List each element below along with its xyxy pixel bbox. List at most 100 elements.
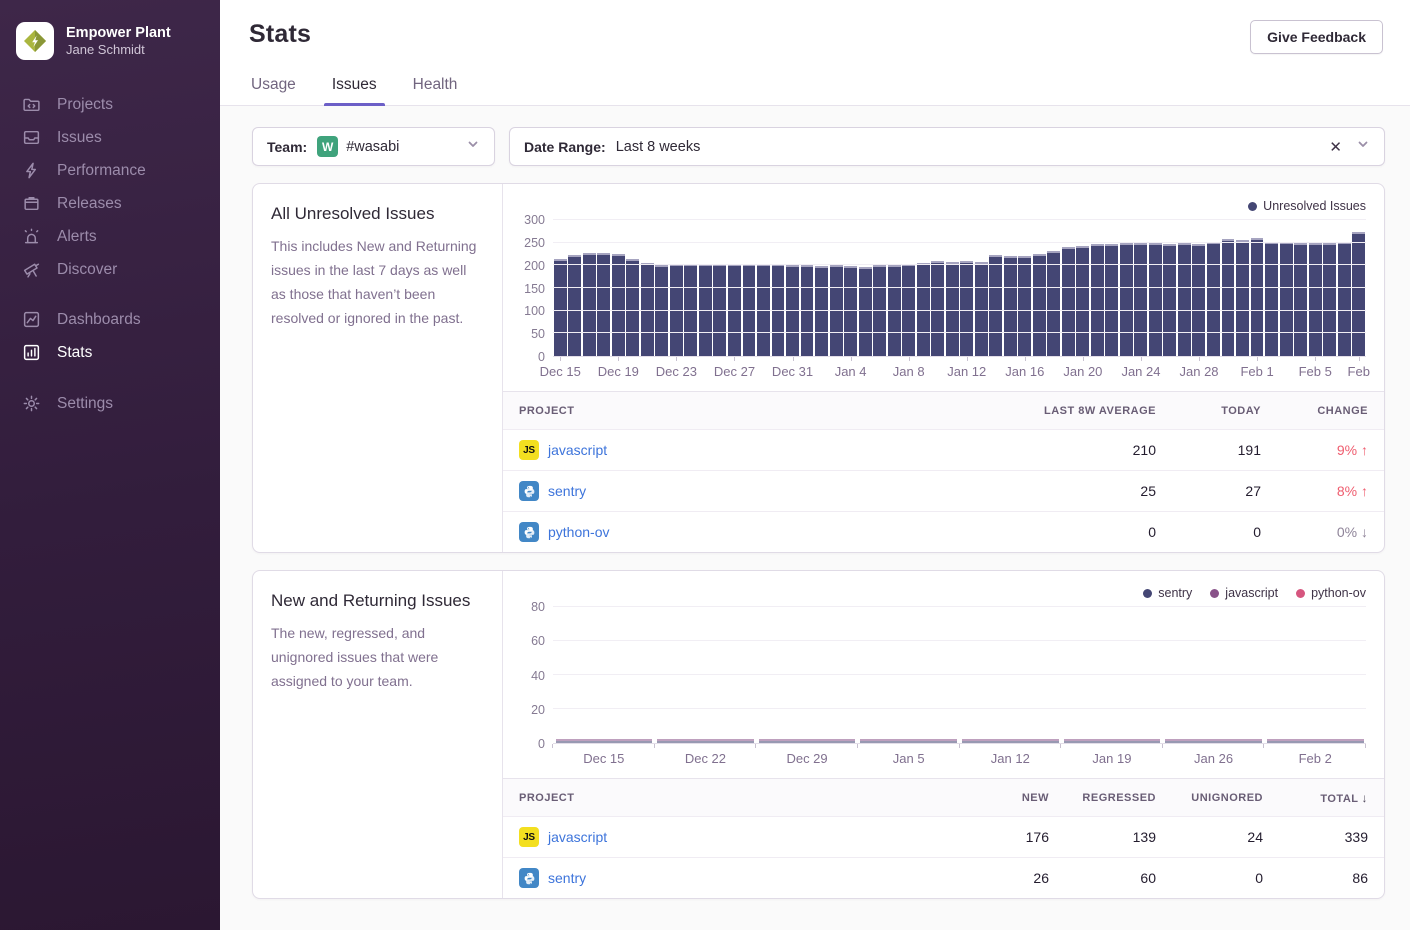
sidebar-item-stats[interactable]: Stats	[0, 336, 220, 369]
average-cell: 210	[996, 442, 1156, 458]
clear-icon[interactable]: ✕	[1329, 138, 1342, 156]
column-header[interactable]: PROJECT	[519, 792, 944, 804]
org-name: Empower Plant	[66, 24, 171, 42]
bar[interactable]	[568, 255, 581, 356]
tab-usage[interactable]: Usage	[249, 76, 298, 105]
project-link[interactable]: python-ov	[548, 524, 609, 540]
chevron-down-icon	[466, 137, 480, 156]
bar[interactable]	[597, 253, 610, 356]
stacked-bar[interactable]	[759, 739, 856, 743]
bar[interactable]	[1091, 244, 1104, 356]
panel-title: All Unresolved Issues	[271, 204, 484, 224]
project-link[interactable]: javascript	[548, 442, 607, 458]
team-select[interactable]: Team: W #wasabi	[252, 127, 495, 166]
bar[interactable]	[1163, 244, 1176, 356]
bar[interactable]	[931, 261, 944, 356]
stacked-bar[interactable]	[1064, 739, 1161, 743]
alerts-icon	[21, 227, 41, 247]
bar[interactable]	[1280, 242, 1293, 356]
date-range-select[interactable]: Date Range: Last 8 weeks ✕	[509, 127, 1385, 166]
sidebar-item-projects[interactable]: Projects	[0, 88, 220, 121]
project-link[interactable]: sentry	[548, 483, 586, 499]
column-header[interactable]: LAST 8W AVERAGE	[996, 405, 1156, 417]
bar-segment-sentry	[1267, 741, 1364, 743]
sidebar-item-settings[interactable]: Settings	[0, 387, 220, 420]
bar[interactable]	[1047, 251, 1060, 356]
stacked-bar[interactable]	[657, 739, 754, 743]
bar[interactable]	[1192, 244, 1205, 356]
bar[interactable]	[1323, 243, 1336, 356]
org-switcher[interactable]: Empower Plant Jane Schmidt	[0, 16, 220, 78]
stacked-bar[interactable]	[962, 739, 1059, 743]
bar[interactable]	[1018, 256, 1031, 356]
unresolved-issues-table: PROJECTLAST 8W AVERAGETODAYCHANGEJSjavas…	[503, 391, 1384, 552]
bar[interactable]	[1004, 256, 1017, 356]
bar[interactable]	[1134, 243, 1147, 356]
bar[interactable]	[1251, 238, 1264, 356]
bar[interactable]	[612, 254, 625, 356]
bar-segment-sentry	[860, 741, 957, 743]
bar[interactable]	[989, 255, 1002, 356]
bar[interactable]	[1207, 242, 1220, 356]
legend-dot-icon	[1143, 589, 1152, 598]
column-header[interactable]: TOTAL↓	[1263, 791, 1368, 805]
sidebar-item-releases[interactable]: Releases	[0, 187, 220, 220]
sidebar-item-alerts[interactable]: Alerts	[0, 220, 220, 253]
tab-issues[interactable]: Issues	[330, 76, 379, 105]
bar[interactable]	[554, 259, 567, 356]
new-returning-panel-side: New and Returning Issues The new, regres…	[253, 571, 503, 898]
bar[interactable]	[1309, 243, 1322, 356]
bar[interactable]	[859, 267, 872, 356]
column-header[interactable]: PROJECT	[519, 405, 996, 417]
bar[interactable]	[1178, 243, 1191, 356]
column-header[interactable]: TODAY	[1156, 405, 1261, 417]
bar[interactable]	[1076, 246, 1089, 356]
bar[interactable]	[1105, 244, 1118, 356]
tab-health[interactable]: Health	[411, 76, 460, 105]
today-cell: 0	[1156, 524, 1261, 540]
bar[interactable]	[830, 265, 843, 356]
bar[interactable]	[815, 266, 828, 356]
chevron-down-icon	[1356, 137, 1370, 156]
bar[interactable]	[1236, 240, 1249, 356]
bar[interactable]	[1294, 243, 1307, 356]
sidebar-item-discover[interactable]: Discover	[0, 253, 220, 286]
bar[interactable]	[1033, 254, 1046, 356]
column-header[interactable]: NEW	[944, 792, 1049, 804]
stacked-bar[interactable]	[1165, 739, 1262, 743]
stacked-bar[interactable]	[860, 739, 957, 743]
column-header[interactable]: CHANGE	[1261, 405, 1368, 417]
column-header[interactable]: UNIGNORED	[1156, 792, 1263, 804]
stacked-bar[interactable]	[1267, 739, 1364, 743]
project-link[interactable]: javascript	[548, 829, 607, 845]
sidebar-item-performance[interactable]: Performance	[0, 154, 220, 187]
dashboards-icon	[21, 310, 41, 330]
bar[interactable]	[1338, 242, 1351, 356]
legend-item: python-ov	[1296, 586, 1366, 600]
project-link[interactable]: sentry	[548, 870, 586, 886]
sidebar-item-issues[interactable]: Issues	[0, 121, 220, 154]
table-row: python-ov000% ↓	[503, 511, 1384, 552]
bar[interactable]	[583, 253, 596, 356]
sidebar-item-dashboards[interactable]: Dashboards	[0, 303, 220, 336]
bar[interactable]	[1222, 239, 1235, 356]
give-feedback-button[interactable]: Give Feedback	[1250, 20, 1383, 54]
x-tick-label: Jan 12	[947, 364, 986, 379]
bar[interactable]	[1265, 242, 1278, 356]
x-tick-label: Dec 19	[598, 364, 639, 379]
bar[interactable]	[844, 266, 857, 356]
stacked-bar[interactable]	[556, 739, 653, 743]
column-header[interactable]: REGRESSED	[1049, 792, 1156, 804]
project-cell: python-ov	[519, 522, 996, 542]
discover-icon	[21, 260, 41, 280]
bar[interactable]	[1120, 243, 1133, 356]
bar[interactable]	[960, 261, 973, 356]
bar[interactable]	[626, 259, 639, 356]
unresolved-panel-main: Unresolved Issues 050100150200250300 Dec…	[503, 184, 1384, 552]
bar[interactable]	[1352, 232, 1365, 356]
bar[interactable]	[801, 265, 814, 356]
y-tick-label: 250	[524, 236, 545, 250]
y-tick-label: 40	[531, 669, 545, 683]
unignored-cell: 0	[1156, 870, 1263, 886]
bar[interactable]	[1149, 243, 1162, 356]
